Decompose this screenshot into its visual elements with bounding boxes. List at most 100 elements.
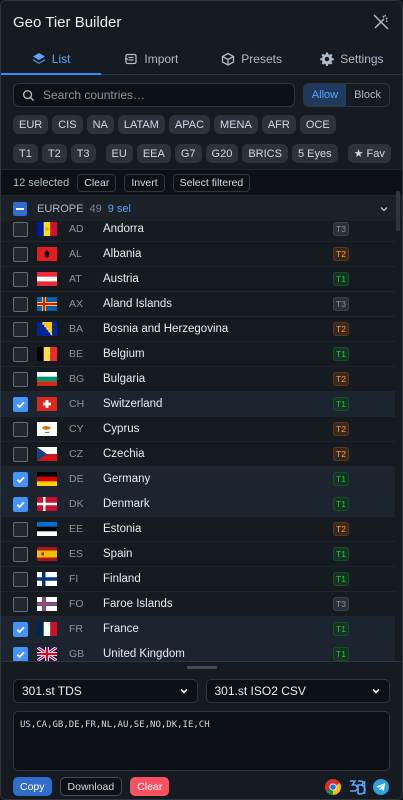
tier-badge: T1 (333, 347, 349, 361)
group-name: EUROPE (37, 202, 84, 215)
tab-import[interactable]: Import (101, 43, 201, 74)
country-row-ad[interactable]: AD Andorra T3 (1, 217, 395, 242)
no-magic-wand-icon[interactable] (372, 13, 390, 31)
country-checkbox[interactable] (13, 396, 28, 412)
chip-bloc[interactable]: EU (105, 144, 133, 163)
tier-badge: T2 (333, 322, 349, 336)
country-checkbox[interactable] (13, 221, 28, 237)
country-name: Faroe Islands (103, 598, 173, 610)
chip-region[interactable]: CIS (52, 115, 83, 134)
chrome-icon[interactable] (324, 778, 342, 796)
country-name: Denmark (103, 498, 150, 510)
export-selects: 301.st TDS 301.st ISO2 CSV (1, 679, 402, 703)
country-checkbox[interactable] (13, 296, 28, 312)
country-checkbox[interactable] (13, 571, 28, 587)
check-icon (16, 651, 25, 658)
country-row-gb[interactable]: GB United Kingdom T1 (1, 642, 395, 661)
chip-bloc[interactable]: G7 (174, 144, 202, 163)
clear-selection-button[interactable]: Clear (77, 173, 117, 192)
country-row-be[interactable]: BE Belgium T1 (1, 342, 395, 367)
tier-badge: T3 (333, 222, 349, 236)
tab-list[interactable]: List (1, 43, 102, 75)
country-checkbox[interactable] (13, 521, 28, 537)
chip-tier[interactable]: T3 (70, 144, 96, 163)
group-partial-checkbox[interactable] (13, 201, 27, 216)
country-code: ES (69, 548, 84, 560)
country-name: Germany (103, 473, 151, 485)
country-row-fr[interactable]: FR France T1 (1, 617, 395, 642)
chip-bloc[interactable]: 5 Eyes (291, 144, 338, 163)
tier-badge: T2 (333, 372, 349, 386)
clear-output-button[interactable]: Clear (130, 777, 170, 796)
country-row-dk[interactable]: DK Denmark T1 (1, 492, 395, 517)
country-checkbox[interactable] (13, 596, 28, 612)
country-checkbox[interactable] (13, 346, 28, 362)
list-scrollbar[interactable] (396, 191, 400, 231)
select-filtered-button[interactable]: Select filtered (172, 173, 251, 192)
chip-region[interactable]: AFR (261, 115, 296, 134)
brand-logo-icon[interactable] (348, 778, 366, 796)
country-checkbox[interactable] (13, 321, 28, 337)
chip-tier[interactable]: T1 (13, 144, 38, 163)
format-select[interactable]: 301.st TDS (13, 679, 198, 703)
chip-region[interactable]: MENA (214, 115, 258, 134)
flag-es-icon (37, 547, 57, 561)
country-code: FR (69, 623, 83, 635)
code-format-select[interactable]: 301.st ISO2 CSV (205, 679, 390, 703)
country-row-al[interactable]: AL Albania T2 (1, 242, 395, 267)
country-row-cy[interactable]: CY Cyprus T2 (1, 417, 395, 442)
block-option[interactable]: Block (346, 84, 389, 106)
footer-icons (324, 778, 390, 796)
tab-settings[interactable]: Settings (302, 43, 402, 74)
country-checkbox[interactable] (13, 421, 28, 437)
invert-selection-button[interactable]: Invert (124, 173, 165, 192)
telegram-icon[interactable] (372, 778, 390, 796)
chip-bloc[interactable]: BRICS (242, 144, 288, 163)
country-checkbox[interactable] (13, 496, 28, 512)
export-output[interactable]: US,CA,GB,DE,FR,NL,AU,SE,NO,DK,IE,CH (13, 711, 390, 771)
chevron-down-icon[interactable] (378, 203, 390, 215)
chip-bloc[interactable]: EEA (136, 144, 171, 163)
country-checkbox[interactable] (13, 621, 28, 637)
chip-tier[interactable]: T2 (41, 144, 67, 163)
download-button[interactable]: Download (59, 777, 123, 796)
country-checkbox[interactable] (13, 246, 28, 262)
country-row-at[interactable]: AT Austria T1 (1, 267, 395, 292)
search-input[interactable] (43, 88, 286, 102)
copy-button[interactable]: Copy (13, 777, 52, 796)
country-code: CY (69, 423, 84, 435)
country-checkbox[interactable] (13, 546, 28, 562)
app-window: Geo Tier Builder List Import Presets Set… (0, 0, 403, 800)
chip-region[interactable]: APAC (168, 115, 211, 134)
chip-region[interactable]: NA (86, 115, 114, 134)
country-row-fo[interactable]: FO Faroe Islands T3 (1, 592, 395, 617)
chip-region[interactable]: OCE (299, 115, 336, 134)
resize-handle[interactable] (186, 666, 217, 669)
country-row-ch[interactable]: CH Switzerland T1 (1, 392, 395, 417)
country-row-ee[interactable]: EE Estonia T2 (1, 517, 395, 542)
chip-region[interactable]: LATAM (117, 115, 165, 134)
allow-option[interactable]: Allow (303, 84, 347, 106)
country-row-bg[interactable]: BG Bulgaria T2 (1, 367, 395, 392)
country-row-ax[interactable]: AX Aland Islands T3 (1, 292, 395, 317)
flag-dk-icon (37, 497, 57, 511)
tier-badge: T1 (333, 472, 349, 486)
country-checkbox[interactable] (13, 646, 28, 661)
country-row-cz[interactable]: CZ Czechia T2 (1, 442, 395, 467)
check-icon (16, 476, 25, 483)
chip-bloc[interactable]: G20 (205, 144, 239, 163)
country-code: BA (69, 323, 84, 335)
country-row-ba[interactable]: BA Bosnia and Herzegovina T2 (1, 317, 395, 342)
chip-favorites[interactable]: ★ Fav (347, 144, 391, 163)
chip-region[interactable]: EUR (13, 115, 49, 134)
title-bar: Geo Tier Builder (1, 1, 402, 43)
country-checkbox[interactable] (13, 471, 28, 487)
tab-presets[interactable]: Presets (202, 43, 302, 74)
country-checkbox[interactable] (13, 271, 28, 287)
search-icon (22, 89, 35, 101)
country-row-fi[interactable]: FI Finland T1 (1, 567, 395, 592)
country-row-de[interactable]: DE Germany T1 (1, 467, 395, 492)
country-row-es[interactable]: ES Spain T1 (1, 542, 395, 567)
country-checkbox[interactable] (13, 371, 28, 387)
country-checkbox[interactable] (13, 446, 28, 462)
